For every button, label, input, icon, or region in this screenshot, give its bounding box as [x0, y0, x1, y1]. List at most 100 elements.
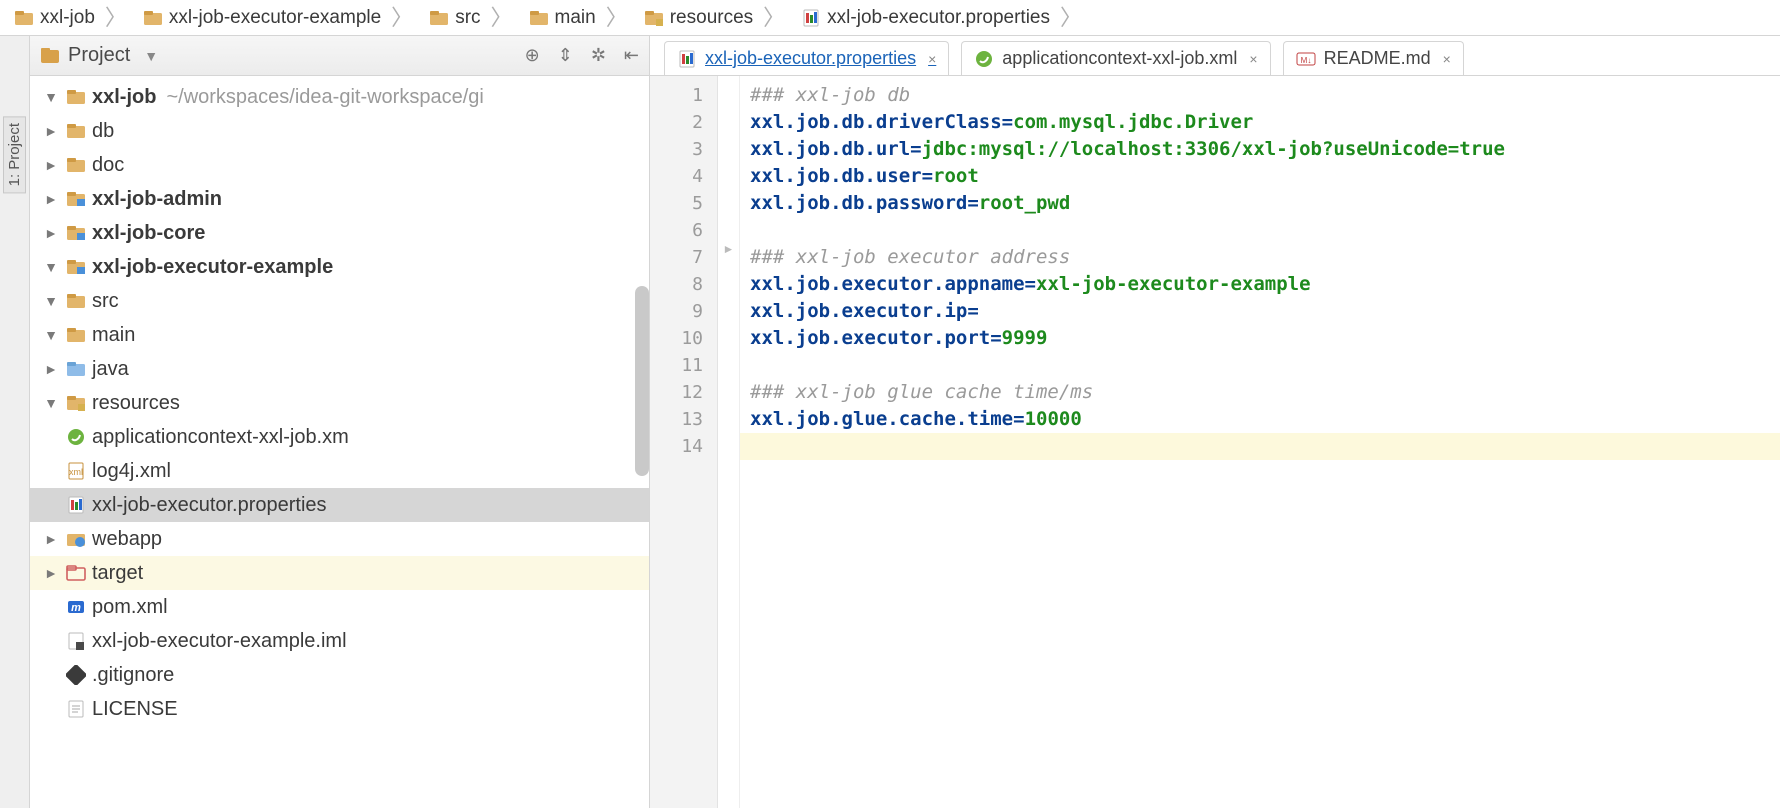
breadcrumb-item[interactable]: main〉 [523, 7, 638, 29]
folder-icon [66, 87, 86, 107]
expand-arrow-icon[interactable] [42, 148, 60, 182]
tree-row[interactable]: resources [30, 386, 649, 420]
close-icon[interactable]: × [1249, 51, 1257, 67]
tree-row[interactable]: xxl-job-executor-example [30, 250, 649, 284]
breadcrumb-item[interactable]: src 〉 [423, 7, 522, 29]
line-number: 9 [650, 298, 717, 325]
scrollbar-thumb[interactable] [635, 286, 649, 476]
project-panel-header: Project ▼ ⊕ ⇕ ✲ ⇤ [30, 36, 649, 76]
tree-row[interactable]: src [30, 284, 649, 318]
iml-icon [66, 631, 86, 651]
locate-icon[interactable]: ⊕ [525, 45, 540, 66]
editor-tabs: xxl-job-executor.properties× applicationc… [650, 36, 1780, 76]
tree-row[interactable]: xxl-job-executor.properties [30, 488, 649, 522]
spring-icon [66, 427, 86, 447]
tree-label: db [92, 114, 114, 148]
tree-row[interactable]: LICENSE [30, 692, 649, 726]
code-editor[interactable]: ### xxl-job dbxxl.job.db.driverClass=com… [740, 76, 1780, 808]
tree-label: resources [92, 386, 180, 420]
project-panel: Project ▼ ⊕ ⇕ ✲ ⇤ xxl-job~/workspaces/id… [30, 36, 650, 808]
expand-arrow-icon[interactable] [42, 80, 60, 114]
expand-arrow-icon[interactable] [42, 114, 60, 148]
expand-arrow-icon[interactable] [42, 522, 60, 556]
breadcrumb-item[interactable]: xxl-job〉 [8, 7, 137, 29]
line-gutter: 1234567891011121314 [650, 76, 718, 808]
chevron-right-icon: 〉 [101, 7, 131, 29]
code-line[interactable]: xxl.job.glue.cache.time=10000 [740, 406, 1780, 433]
code-line[interactable]: ### xxl-job db [740, 82, 1780, 109]
code-line[interactable]: ### xxl-job executor address [740, 244, 1780, 271]
collapse-icon[interactable]: ⇕ [558, 45, 573, 66]
editor-area: xxl-job-executor.properties× applicationc… [650, 36, 1780, 808]
tree-row[interactable]: target [30, 556, 649, 590]
code-line[interactable] [740, 352, 1780, 379]
project-tree[interactable]: xxl-job~/workspaces/idea-git-workspace/g… [30, 76, 649, 808]
tree-label: target [92, 556, 143, 590]
tree-row[interactable]: xmllog4j.xml [30, 454, 649, 488]
tree-row[interactable]: xxl-job-admin [30, 182, 649, 216]
tree-row[interactable]: mpom.xml [30, 590, 649, 624]
expand-arrow-icon[interactable] [42, 556, 60, 590]
code-line[interactable]: xxl.job.db.password=root_pwd [740, 190, 1780, 217]
code-line[interactable]: xxl.job.db.user=root [740, 163, 1780, 190]
tree-row[interactable]: java [30, 352, 649, 386]
hide-icon[interactable]: ⇤ [624, 45, 639, 66]
code-line[interactable]: xxl.job.executor.appname=xxl-job-executo… [740, 271, 1780, 298]
editor-tab[interactable]: applicationcontext-xxl-job.xml × [961, 41, 1270, 75]
mod-folder-icon [66, 189, 86, 209]
expand-arrow-icon[interactable] [42, 216, 60, 250]
tree-label: .gitignore [92, 658, 174, 692]
tree-row[interactable]: applicationcontext-xxl-job.xm [30, 420, 649, 454]
spring-icon [974, 49, 994, 69]
breadcrumb-label: src [455, 7, 480, 29]
tree-row[interactable]: xxl-job-executor-example.iml [30, 624, 649, 658]
folder-icon [66, 325, 86, 345]
code-line[interactable]: xxl.job.executor.ip= [740, 298, 1780, 325]
code-line[interactable]: xxl.job.db.driverClass=com.mysql.jdbc.Dr… [740, 109, 1780, 136]
tree-row[interactable]: .gitignore [30, 658, 649, 692]
tree-row[interactable]: doc [30, 148, 649, 182]
tree-row[interactable]: xxl-job~/workspaces/idea-git-workspace/g… [30, 80, 649, 114]
tree-label: webapp [92, 522, 162, 556]
code-line[interactable]: xxl.job.db.url=jdbc:mysql://localhost:33… [740, 136, 1780, 163]
tree-row[interactable]: xxl-job-core [30, 216, 649, 250]
breadcrumb-item[interactable]: xxl-job-executor-example〉 [137, 7, 423, 29]
project-panel-title[interactable]: Project ▼ [40, 44, 515, 67]
expand-arrow-icon[interactable] [42, 318, 60, 352]
mod-folder-icon [66, 257, 86, 277]
expand-arrow-icon[interactable] [42, 182, 60, 216]
tree-label: xxl-job [92, 80, 156, 114]
code-line[interactable] [740, 433, 1780, 460]
project-tool-tab[interactable]: 1: Project [3, 116, 26, 193]
tree-row[interactable]: webapp [30, 522, 649, 556]
expand-arrow-icon[interactable] [42, 386, 60, 420]
svg-text:m: m [71, 602, 81, 614]
chevron-right-icon: 〉 [487, 7, 517, 29]
editor-tab[interactable]: xxl-job-executor.properties× [664, 41, 949, 75]
gear-icon[interactable]: ✲ [591, 45, 606, 66]
expand-arrow-icon[interactable] [42, 352, 60, 386]
tree-label: main [92, 318, 135, 352]
tree-label: xxl-job-executor.properties [92, 488, 327, 522]
editor-tab[interactable]: M↓README.md× [1283, 41, 1464, 75]
code-line[interactable]: ### xxl-job glue cache time/ms [740, 379, 1780, 406]
tree-row[interactable]: main [30, 318, 649, 352]
project-panel-title-text: Project [68, 44, 130, 67]
fold-arrow-icon[interactable]: ► [718, 242, 739, 256]
line-number: 13 [650, 406, 717, 433]
breadcrumb-item[interactable]: xxl-job-executor.properties〉 [795, 7, 1092, 29]
expand-arrow-icon[interactable] [42, 284, 60, 318]
tree-row[interactable]: db [30, 114, 649, 148]
chevron-right-icon: 〉 [602, 7, 632, 29]
tab-label: applicationcontext-xxl-job.xml [1002, 48, 1237, 69]
code-line[interactable]: xxl.job.executor.port=9999 [740, 325, 1780, 352]
folder-icon [66, 155, 86, 175]
props-icon [677, 49, 697, 69]
props-icon [801, 8, 821, 28]
code-line[interactable] [740, 217, 1780, 244]
breadcrumb-item[interactable]: resources〉 [638, 7, 795, 29]
close-icon[interactable]: × [1443, 51, 1451, 67]
expand-arrow-icon[interactable] [42, 250, 60, 284]
svg-text:xml: xml [69, 467, 83, 477]
close-icon[interactable]: × [928, 51, 936, 67]
